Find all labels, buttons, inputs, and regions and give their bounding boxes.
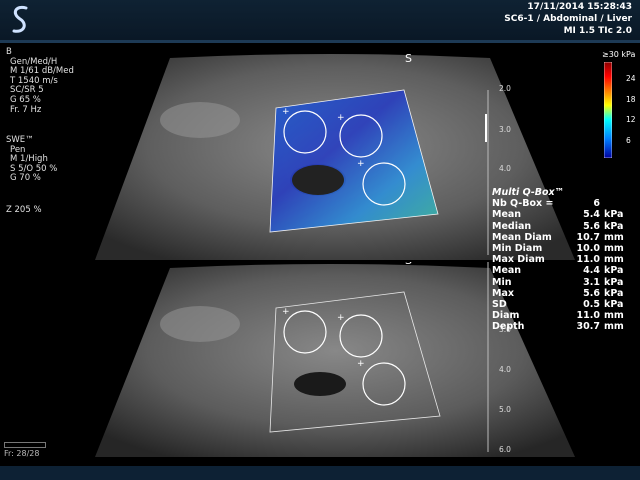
liver-shadow — [160, 102, 240, 138]
stat-row: Max 5.6 kPa — [492, 287, 624, 299]
probe-app-label: SC6-1 / Abdominal / Liver — [504, 14, 632, 24]
vessel-in-box — [292, 165, 344, 195]
colorbar-tick: 6 — [626, 136, 631, 145]
cursor-plus: + — [357, 159, 365, 169]
depth-label: 4.0 — [499, 164, 511, 173]
stat-row: Diam 11.0 mm — [492, 310, 624, 322]
depth-label: 6.0 — [499, 445, 511, 454]
stat-row: Mean 5.4 kPa — [492, 209, 624, 221]
cursor-plus: + — [337, 313, 345, 323]
depth-label: 2.0 — [499, 84, 511, 93]
bottom-probe-marker-icon: S — [405, 262, 412, 267]
stat-row: Mean Diam 10.7 mm — [492, 231, 624, 243]
colorbar-tick: 24 — [626, 74, 636, 83]
stat-row: Min Diam 10.0 mm — [492, 242, 624, 254]
datetime: 17/11/2014 15:28:43 — [527, 2, 632, 12]
colorbar-title: ≥30 kPa — [602, 50, 636, 59]
stat-row: Nb Q-Box = 6 — [492, 198, 600, 210]
qbox-title: Multi Q-Box™ — [492, 187, 565, 198]
cursor-plus: + — [357, 359, 365, 369]
bottom-bar — [0, 466, 640, 480]
stat-row: Mean 4.4 kPa — [492, 265, 624, 277]
stat-row: Max Diam 11.0 mm — [492, 254, 624, 266]
frame-counter: Fr: 28/28 — [4, 449, 40, 458]
supersonic-logo-icon — [12, 5, 28, 33]
mi-tic-readout: MI 1.5 TIc 2.0 — [563, 26, 632, 36]
depth-label: 3.0 — [499, 125, 511, 134]
depth-label: 4.0 — [499, 365, 511, 374]
stat-row: Median 5.6 kPa — [492, 220, 624, 232]
cursor-plus: + — [337, 113, 345, 123]
top-probe-marker-icon: S — [405, 52, 412, 65]
stat-row: SD 0.5 kPa — [492, 298, 624, 310]
stat-row: Min 3.1 kPa — [492, 276, 624, 288]
vessel — [294, 372, 346, 396]
frame-progress-bar[interactable] — [4, 442, 46, 448]
cursor-plus: + — [282, 307, 290, 317]
stat-row: Depth 30.7 mm — [492, 321, 624, 333]
depth-label: 5.0 — [499, 405, 511, 414]
qbox-stats-panel: Multi Q-Box™ Nb Q-Box = 6 Mean 5.4 kPa Medi… — [490, 187, 632, 332]
liver-shadow — [160, 306, 240, 342]
colorbar-tick: 18 — [626, 95, 636, 104]
colorbar-tick: 12 — [626, 115, 636, 124]
top-bar: 17/11/2014 15:28:43 SC6-1 / Abdominal / … — [0, 0, 640, 40]
cursor-plus: + — [282, 107, 290, 117]
header-separator — [0, 40, 640, 43]
elasticity-colorbar — [604, 62, 612, 158]
